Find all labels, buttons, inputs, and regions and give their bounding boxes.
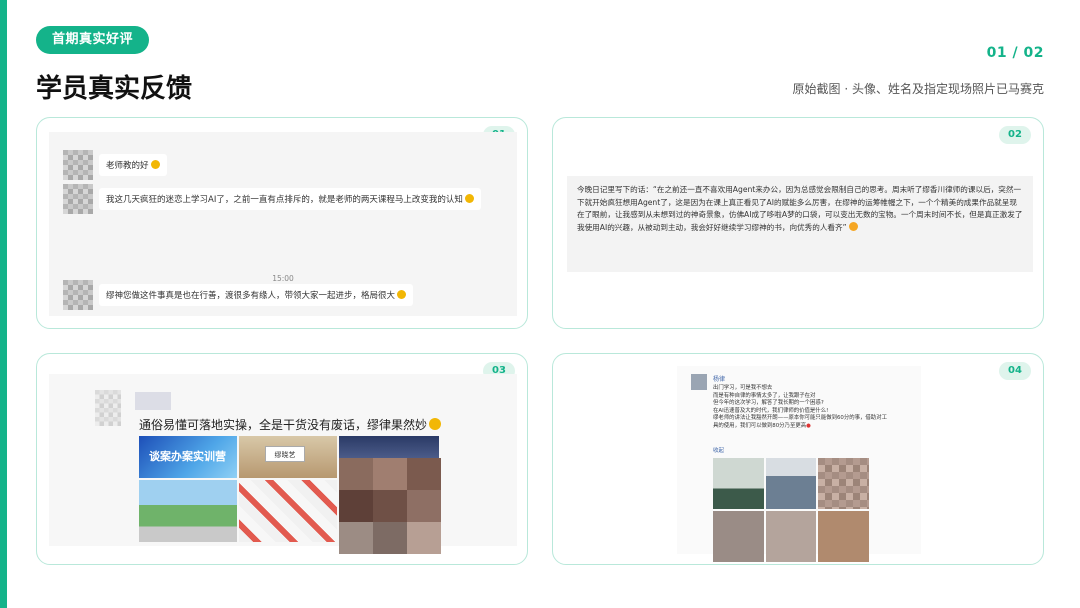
masked-name [135, 392, 171, 410]
avatar [691, 374, 707, 390]
avatar [95, 390, 121, 426]
feedback-card-1: 01 老师教的好 我这几天疯狂的迷恋上学习AI了，之前一直有点排斥的，就是老师的… [36, 117, 528, 329]
card-number-badge: 02 [999, 126, 1031, 144]
accent-bar [0, 0, 7, 608]
chat-bubble: 缪神您做这件事真是也在行善，渡很多有缘人，带领大家一起进步，格局很大 [99, 284, 414, 306]
thumbs-up-icon [397, 290, 407, 299]
chat-message: 缪神您做这件事真是也在行善，渡很多有缘人，带领大家一起进步，格局很大 [63, 280, 414, 310]
card-number-badge: 04 [999, 362, 1031, 380]
chat-bubble: 老师教的好 [99, 154, 167, 176]
sun-emoji-icon [848, 221, 858, 231]
thumbs-up-icon [429, 418, 442, 430]
chat-message: 老师教的好 [63, 150, 167, 180]
feedback-card-2: 02 今晚日记里写下的话：“在之前还一直不喜欢用Agent来办公，因为总感觉会限… [552, 117, 1044, 329]
thumbs-up-icon [150, 160, 160, 169]
page-subtitle: 原始截图 · 头像、姓名及指定现场照片已马赛克 [792, 82, 1044, 96]
post-photo [139, 480, 237, 542]
feedback-card-3: 03 通俗易懂可落地实操，全是干货没有废话，缪律果然妙 谈案办案实训营 缪晓艺 [36, 353, 528, 565]
page-title: 学员真实反馈 [36, 74, 193, 104]
post-text: 出门学习，可是我不想去 而是有种自律的事情太多了，让我跟子在对 但今年的这次学习… [713, 385, 887, 429]
chat-message: 我这几天疯狂的迷恋上学习AI了，之前一直有点排斥的，就是老师的两天课程马上改变我… [63, 184, 481, 214]
moments-post: 杨律 出门学习，可是我不想去 而是有种自律的事情太多了，让我跟子在对 但今年的这… [677, 366, 921, 562]
diary-note: 今晚日记里写下的话：“在之前还一直不喜欢用Agent来办公，因为总感觉会限制自己… [567, 176, 1033, 272]
diary-text: 今晚日记里写下的话：“在之前还一直不喜欢用Agent来办公，因为总感觉会限制自己… [577, 185, 1023, 232]
page-indicator: 01 / 02 [986, 45, 1044, 61]
post-photo-grid [713, 458, 869, 562]
post-photo: 谈案办案实训营 [139, 436, 237, 478]
mosaic-photo [339, 458, 441, 554]
collapse-link[interactable]: 收起 [713, 446, 724, 454]
grin-emoji-icon [464, 194, 474, 203]
post-photo [239, 480, 337, 542]
avatar [63, 280, 93, 310]
post-text: 通俗易懂可落地实操，全是干货没有废话，缪律果然妙 [139, 416, 442, 433]
section-tag: 首期真实好评 [36, 26, 150, 54]
pin-icon: ● [806, 422, 811, 429]
feedback-card-4: 04 杨律 出门学习，可是我不想去 而是有种自律的事情太多了，让我跟子在对 但今… [552, 353, 1044, 565]
avatar [63, 184, 93, 214]
social-post: 通俗易懂可落地实操，全是干货没有废话，缪律果然妙 谈案办案实训营 缪晓艺 [49, 374, 517, 554]
chat-bubble: 我这几天疯狂的迷恋上学习AI了，之前一直有点排斥的，就是老师的两天课程马上改变我… [99, 188, 481, 210]
poster-name: 杨律 [713, 376, 726, 383]
chat-screenshot: 老师教的好 我这几天疯狂的迷恋上学习AI了，之前一直有点排斥的，就是老师的两天课… [49, 132, 517, 316]
post-photo: 缪晓艺 [239, 436, 337, 478]
avatar [63, 150, 93, 180]
